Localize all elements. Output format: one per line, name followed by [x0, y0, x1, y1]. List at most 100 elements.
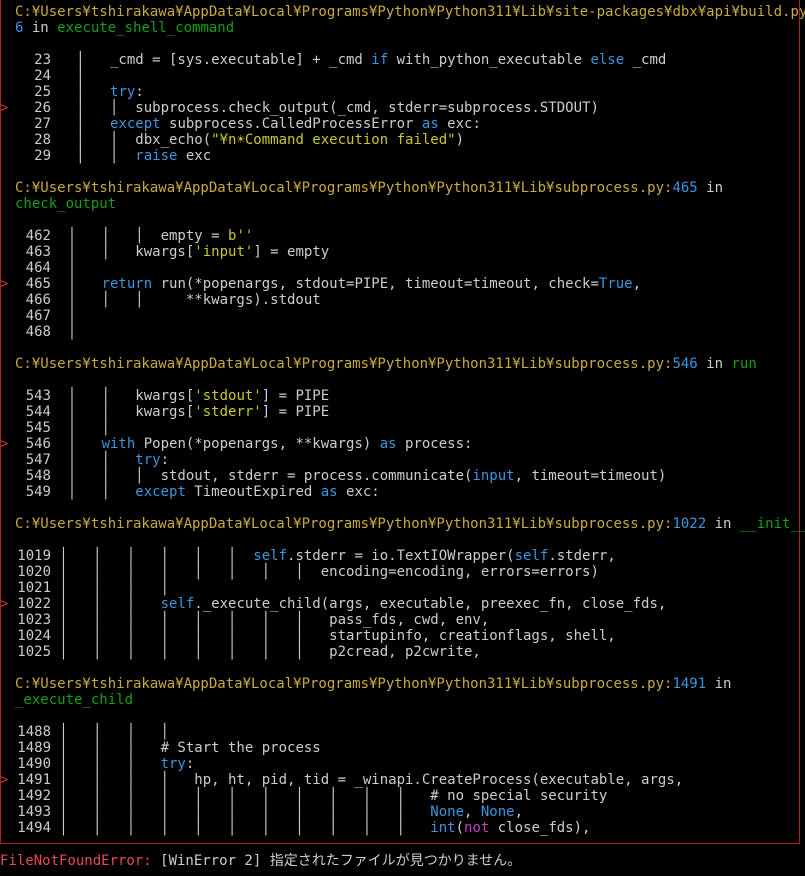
code-line-number: 1022 [17, 596, 51, 612]
code-line: 27 │ except subprocess.CalledProcessErro… [15, 116, 797, 132]
code-line: 1490 │ │ │ try: [15, 756, 797, 772]
code-text: │ │ │ │ [51, 724, 170, 740]
code-line-number: 26 [34, 100, 51, 116]
current-line-marker: > [0, 596, 9, 612]
code-text: │ │ │ │ │ │ │ │ │ │ │ # no special secur… [51, 788, 608, 804]
in-keyword: in [706, 516, 740, 532]
code-line: 1024 │ │ │ │ │ │ │ │ startupinfo, creati… [15, 628, 797, 644]
in-keyword: in [23, 20, 58, 36]
code-line: >465 │ return run(*popenargs, stdout=PIP… [0, 276, 797, 292]
frame-header: C:¥Users¥tshirakawa¥AppData¥Local¥Progra… [15, 356, 797, 372]
code-text: │ [51, 324, 77, 340]
code-line: 1488 │ │ │ │ [15, 724, 797, 740]
error-message: [WinError 2] 指定されたファイルが見つかりません。 [151, 853, 522, 869]
code-line: 1021 │ │ │ │ [15, 580, 797, 596]
code-line: 462 │ │ │ empty = b'' [15, 228, 797, 244]
code-line-number: 467 [25, 308, 51, 324]
code-text: │ │ except TimeoutExpired as exc: [51, 484, 380, 500]
code-line: 545 │ │ [15, 420, 797, 436]
code-line: 25 │ try: [15, 84, 797, 100]
in-keyword: in [697, 356, 732, 372]
code-line: 1019 │ │ │ │ │ │ self.stderr = io.TextIO… [15, 548, 797, 564]
code-line-number: 1025 [17, 644, 51, 660]
code-line-number: 1023 [17, 612, 51, 628]
code-text: │ │ │ │ [51, 580, 170, 596]
code-line-number: 29 [34, 148, 51, 164]
code-line-number: 543 [25, 388, 51, 404]
current-line-marker: > [0, 436, 9, 452]
code-text: │ try: [51, 84, 144, 100]
file-path: C:¥Users¥tshirakawa¥AppData¥Local¥Progra… [15, 180, 673, 196]
traceback-output: C:¥Users¥tshirakawa¥AppData¥Local¥Progra… [0, 4, 805, 852]
code-line: 463 │ │ kwargs['input'] = empty [15, 244, 797, 260]
current-line-marker: > [0, 772, 9, 788]
code-line-number: 1024 [17, 628, 51, 644]
code-line: >546 │ with Popen(*popenargs, **kwargs) … [0, 436, 797, 452]
file-path: C:¥Users¥tshirakawa¥AppData¥Local¥Progra… [15, 676, 673, 692]
line-number: 1491 [672, 676, 707, 692]
code-text: │ │ │ empty = b'' [51, 228, 254, 244]
current-line-marker: > [0, 100, 9, 116]
code-line-number: 546 [25, 436, 51, 452]
frame-header: C:¥Users¥tshirakawa¥AppData¥Local¥Progra… [15, 180, 797, 196]
code-line-number: 24 [34, 68, 51, 84]
code-line-number: 27 [34, 116, 51, 132]
function-name: __init__ [739, 516, 805, 532]
frame-header: C:¥Users¥tshirakawa¥AppData¥Local¥Progra… [15, 676, 797, 692]
code-text: │ with Popen(*popenargs, **kwargs) as pr… [51, 436, 473, 452]
traceback-frame: C:¥Users¥tshirakawa¥AppData¥Local¥Progra… [0, 676, 797, 852]
code-text: │ │ │ **kwargs).stdout [51, 292, 321, 308]
function-name: _execute_child [15, 692, 134, 708]
line-number: 546 [672, 356, 698, 372]
code-line: 548 │ │ │ stdout, stderr = process.commu… [15, 468, 797, 484]
code-line: 1025 │ │ │ │ │ │ │ │ p2cread, p2cwrite, [15, 644, 797, 660]
error-name: FileNotFoundError: [0, 853, 152, 869]
code-line-number: 1493 [17, 804, 51, 820]
in-keyword: in [706, 676, 732, 692]
traceback-frame: C:¥Users¥tshirakawa¥AppData¥Local¥Progra… [0, 4, 805, 180]
code-line: 24 │ [15, 68, 797, 84]
code-line: >26 │ │ subprocess.check_output(_cmd, st… [0, 100, 797, 116]
frame-header: C:¥Users¥tshirakawa¥AppData¥Local¥Progra… [15, 4, 805, 20]
code-line-number: 1019 [17, 548, 51, 564]
code-line-number: 1021 [17, 580, 51, 596]
code-line-number: 465 [25, 276, 51, 292]
code-text: │ │ try: [51, 452, 170, 468]
frame-header: 6 in execute_shell_command [15, 20, 797, 36]
code-text: │ │ raise exc [51, 148, 212, 164]
code-line-number: 1488 [17, 724, 51, 740]
code-line: 29 │ │ raise exc [15, 148, 797, 164]
code-line-number: 1494 [17, 820, 51, 836]
code-text: │ │ │ │ │ │ self.stderr = io.TextIOWrapp… [51, 548, 616, 564]
code-line: 467 │ [15, 308, 797, 324]
code-line-number: 468 [25, 324, 51, 340]
code-text: │ return run(*popenargs, stdout=PIPE, ti… [51, 276, 642, 292]
code-text: │ │ [51, 420, 111, 436]
error-line: FileNotFoundError: [WinError 2] 指定されたファイ… [0, 852, 521, 870]
file-path: C:¥Users¥tshirakawa¥AppData¥Local¥Progra… [15, 356, 673, 372]
current-line-marker: > [0, 276, 9, 292]
code-line: >1022 │ │ │ self._execute_child(args, ex… [0, 596, 797, 612]
code-line-number: 25 [34, 84, 51, 100]
code-line-number: 544 [25, 404, 51, 420]
frame-header: C:¥Users¥tshirakawa¥AppData¥Local¥Progra… [15, 516, 805, 532]
file-path: C:¥Users¥tshirakawa¥AppData¥Local¥Progra… [15, 516, 673, 532]
code-text: │ │ │ │ │ │ │ │ pass_fds, cwd, env, [51, 612, 490, 628]
code-line: 549 │ │ except TimeoutExpired as exc: [15, 484, 797, 500]
code-line-number: 464 [25, 260, 51, 276]
code-text: │ [51, 260, 77, 276]
code-line-number: 549 [25, 484, 51, 500]
code-line: 23 │ _cmd = [sys.executable] + _cmd if w… [15, 52, 797, 68]
code-text: │ [51, 308, 77, 324]
code-text: │ │ kwargs['stdout'] = PIPE [51, 388, 330, 404]
code-line-number: 1491 [17, 772, 51, 788]
code-line: >1491 │ │ │ │ hp, ht, pid, tid = _winapi… [0, 772, 797, 788]
code-line: 464 │ [15, 260, 797, 276]
code-text: │ │ subprocess.check_output(_cmd, stderr… [51, 100, 599, 116]
code-text: │ │ │ │ hp, ht, pid, tid = _winapi.Creat… [51, 772, 684, 788]
code-text: │ │ dbx_echo("¥n☀Command execution faile… [51, 132, 465, 148]
code-text: │ │ │ stdout, stderr = process.communica… [51, 468, 667, 484]
frame-header: check_output [15, 196, 797, 212]
code-text: │ │ kwargs['input'] = empty [51, 244, 330, 260]
in-keyword: in [697, 180, 724, 196]
